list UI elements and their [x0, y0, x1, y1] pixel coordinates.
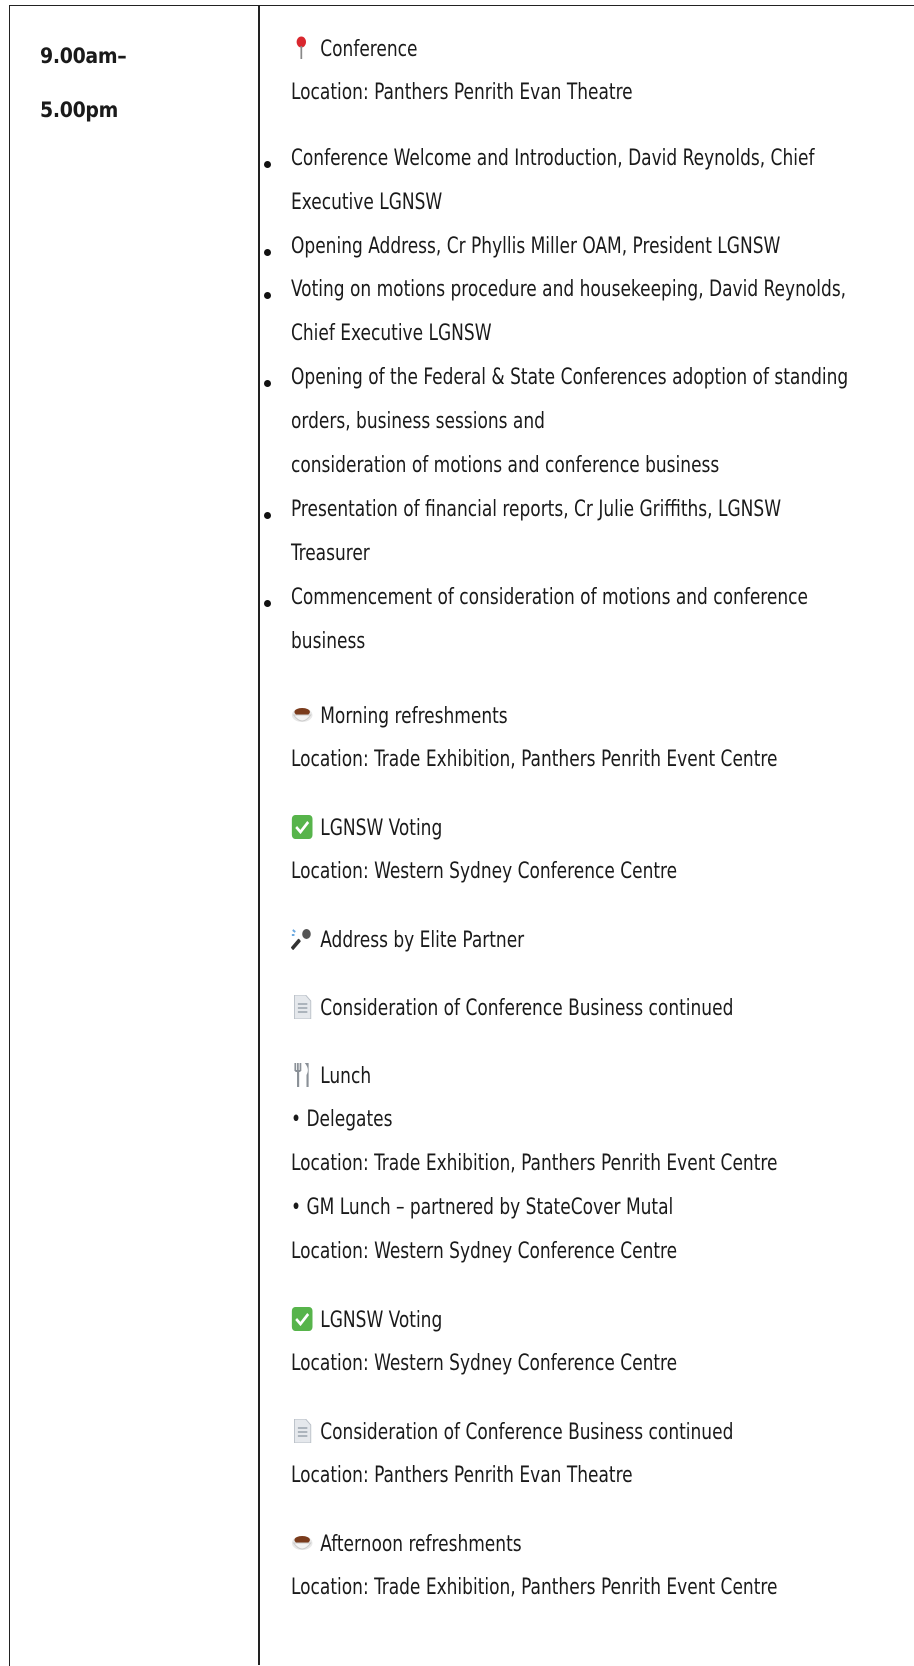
agenda-item-5-line-1: Presentation of financial reports, Cr Ju…: [291, 497, 782, 522]
agenda-item-1-line-1: Conference Welcome and Introduction, Dav…: [291, 146, 815, 171]
agenda-item-6-line-2: business: [291, 629, 366, 654]
agenda-item-4-line-3: consideration of motions and conference …: [291, 453, 720, 478]
voting-row: LGNSW Voting: [291, 1307, 442, 1333]
agenda-item-6-line-1: Commencement of consideration of motions…: [291, 585, 808, 610]
microphone-icon: [291, 927, 313, 951]
business-continued-location: Location: Panthers Penrith Evan Theatre: [291, 1463, 633, 1488]
lunch-delegates-location: Location: Trade Exhibition, Panthers Pen…: [291, 1151, 778, 1176]
agenda-item-5-line-2: Treasurer: [291, 541, 370, 566]
voting-row: LGNSW Voting: [291, 815, 442, 841]
elite-partner-row: Address by Elite Partner: [291, 927, 524, 953]
bullet-dot: [264, 161, 271, 168]
time-start: 9.00am–: [40, 44, 127, 68]
document-icon: [291, 995, 313, 1019]
coffee-icon: [291, 703, 313, 727]
time-end: 5.00pm: [40, 98, 119, 122]
agenda-item-1-line-2: Executive LGNSW: [291, 190, 443, 215]
check-icon: [291, 1307, 313, 1331]
cutlery-icon: [291, 1063, 313, 1087]
check-icon: [291, 815, 313, 839]
afternoon-refreshments-title: Afternoon refreshments: [320, 1532, 522, 1557]
agenda-item-4-line-1: Opening of the Federal & State Conferenc…: [291, 365, 849, 390]
bullet-dot: [264, 512, 271, 519]
voting-title: LGNSW Voting: [320, 1308, 443, 1333]
morning-refreshments-row: Morning refreshments: [291, 703, 508, 729]
agenda-item-3-line-2: Chief Executive LGNSW: [291, 321, 492, 346]
conference-title-row: Conference: [291, 36, 417, 62]
afternoon-refreshments-location: Location: Trade Exhibition, Panthers Pen…: [291, 1575, 778, 1600]
conference-title: Conference: [320, 37, 418, 62]
business-continued-title: Consideration of Conference Business con…: [320, 1420, 734, 1445]
lunch-gm: • GM Lunch – partnered by StateCover Mut…: [291, 1195, 674, 1220]
morning-refreshments-title: Morning refreshments: [320, 704, 508, 729]
bullet-dot: [264, 600, 271, 607]
voting-location: Location: Western Sydney Conference Cent…: [291, 1351, 678, 1376]
elite-partner-title: Address by Elite Partner: [320, 928, 525, 953]
conference-location: Location: Panthers Penrith Evan Theatre: [291, 80, 633, 105]
voting-title: LGNSW Voting: [320, 816, 443, 841]
lunch-title: Lunch: [320, 1064, 372, 1089]
voting-location: Location: Western Sydney Conference Cent…: [291, 859, 678, 884]
afternoon-refreshments-row: Afternoon refreshments: [291, 1531, 522, 1557]
coffee-icon: [291, 1531, 313, 1555]
lunch-row: Lunch: [291, 1063, 371, 1089]
lunch-gm-location: Location: Western Sydney Conference Cent…: [291, 1239, 678, 1264]
bullet-dot: [264, 380, 271, 387]
pushpin-icon: [291, 36, 313, 60]
morning-refreshments-location: Location: Trade Exhibition, Panthers Pen…: [291, 747, 778, 772]
bullet-dot: [264, 249, 271, 256]
agenda-item-2-line-1: Opening Address, Cr Phyllis Miller OAM, …: [291, 234, 781, 259]
bullet-dot: [264, 292, 271, 299]
lunch-delegates: • Delegates: [291, 1107, 393, 1132]
agenda-item-3-line-1: Voting on motions procedure and housekee…: [291, 277, 847, 302]
business-continued-title: Consideration of Conference Business con…: [320, 996, 734, 1021]
column-divider: [258, 5, 260, 1665]
agenda-item-4-line-2: orders, business sessions and: [291, 409, 545, 434]
business-continued-row: Consideration of Conference Business con…: [291, 995, 733, 1021]
document-icon: [291, 1419, 313, 1443]
business-continued-row: Consideration of Conference Business con…: [291, 1419, 733, 1445]
